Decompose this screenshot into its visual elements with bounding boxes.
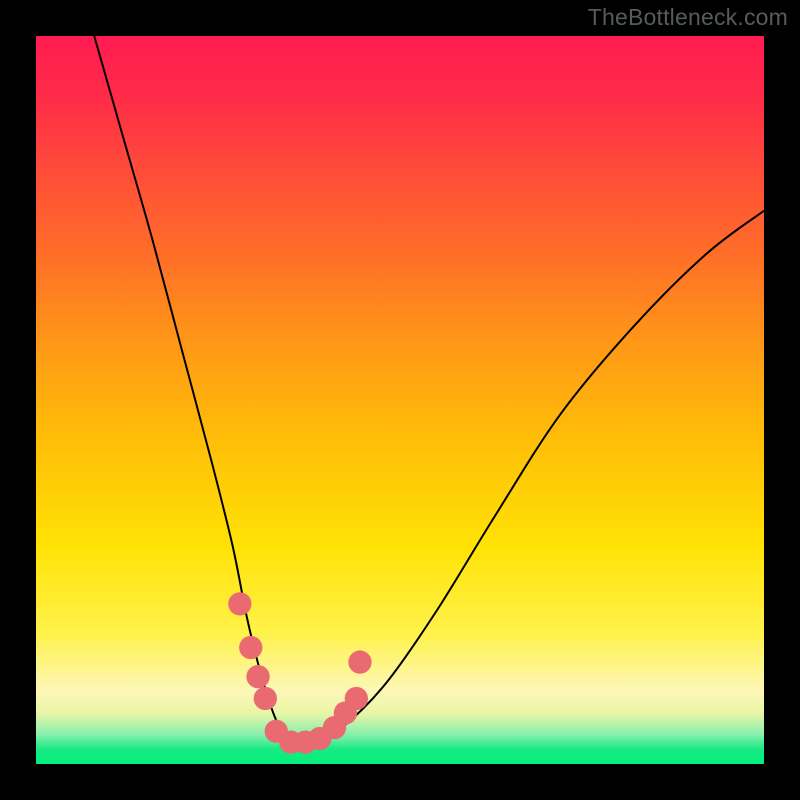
plot-area — [36, 36, 764, 764]
marker-detach — [348, 650, 371, 673]
chart-frame: TheBottleneck.com — [0, 0, 800, 800]
marker-left-1 — [228, 592, 251, 615]
marker-left-2 — [239, 636, 262, 659]
marker-left-4 — [254, 687, 277, 710]
bottleneck-curve — [94, 36, 764, 744]
marker-group — [228, 592, 371, 754]
marker-right-3 — [345, 687, 368, 710]
watermark-label: TheBottleneck.com — [588, 4, 788, 31]
curve-layer — [36, 36, 764, 764]
marker-left-3 — [246, 665, 269, 688]
